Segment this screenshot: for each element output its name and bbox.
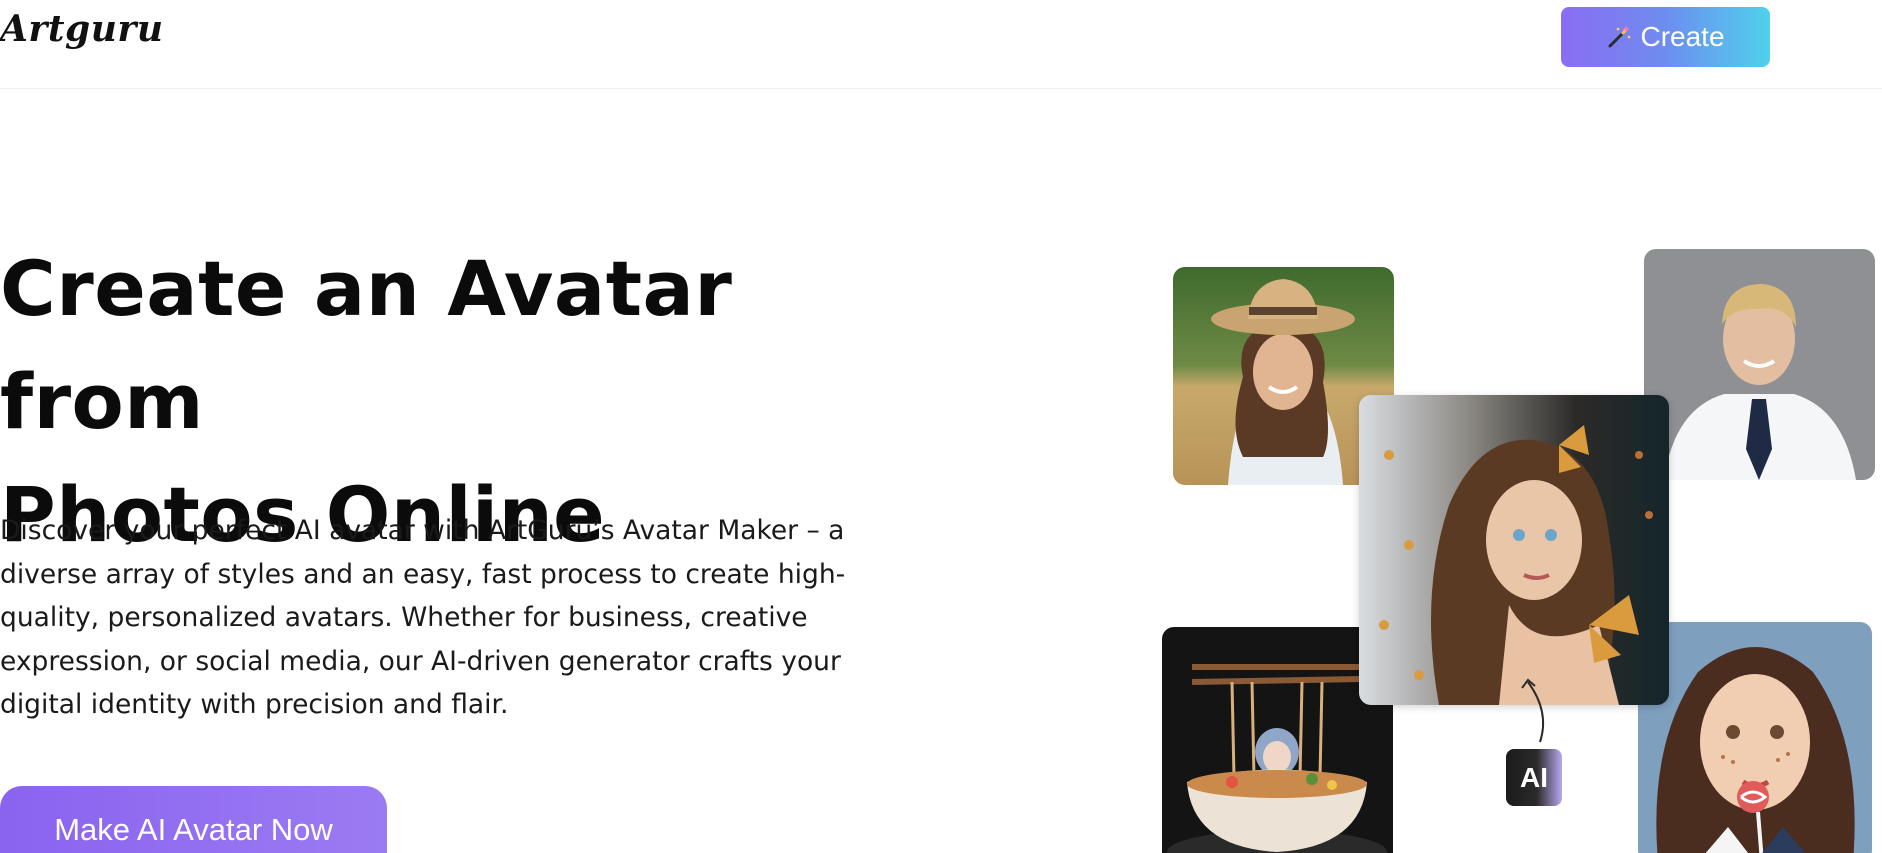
- freckled-girl-lollipop-avatar: [1638, 622, 1872, 853]
- create-button[interactable]: Create: [1561, 7, 1770, 67]
- cta-label: Make AI Avatar Now: [54, 812, 333, 847]
- magic-wand-icon: [1608, 25, 1631, 48]
- create-button-label: Create: [1640, 21, 1725, 52]
- curved-arrow-icon: [1521, 678, 1545, 743]
- title-line-1: Create an Avatar from: [0, 244, 733, 446]
- businessman-portrait-photo: [1644, 249, 1875, 480]
- fantasy-butterfly-girl-avatar: [1359, 395, 1669, 705]
- make-ai-avatar-button[interactable]: Make AI Avatar Now: [0, 786, 387, 853]
- hero-description: Discover your perfect AI avatar with Art…: [0, 515, 846, 720]
- artguru-logo[interactable]: Artguru: [0, 8, 164, 50]
- page: Artguru Create Create an Avatar from Pho…: [0, 0, 1882, 853]
- site-header: Artguru Create: [0, 0, 1882, 89]
- ai-badge: AI: [1506, 749, 1562, 806]
